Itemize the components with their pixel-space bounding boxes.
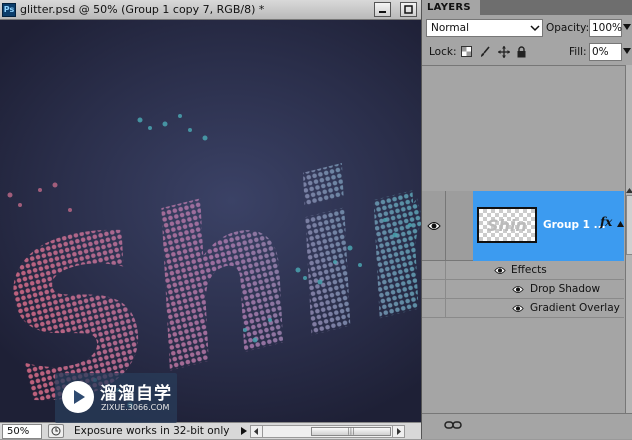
play-logo-icon (62, 381, 94, 413)
document-title: glitter.psd @ 50% (Group 1 copy 7, RGB/8… (20, 3, 265, 16)
layer-name: Group 1 ... (543, 219, 606, 231)
document-title-bar[interactable]: Ps glitter.psd @ 50% (Group 1 copy 7, RG… (0, 0, 421, 20)
fill-label: Fill: (569, 46, 587, 58)
selected-layer-highlight[interactable]: Shin Group 1 ... fx (473, 191, 624, 261)
eye-icon[interactable] (511, 283, 525, 295)
photoshop-app-icon: Ps (2, 2, 16, 17)
maximize-icon (404, 5, 413, 14)
scroll-up-icon[interactable] (626, 185, 632, 195)
minimize-button[interactable] (374, 2, 391, 17)
effects-label: Effects (511, 264, 547, 276)
eye-icon[interactable] (493, 264, 507, 276)
effect-label: Gradient Overlay (530, 302, 620, 314)
vertical-scrollbar[interactable] (625, 65, 632, 413)
watermark-title: 溜溜自学 (100, 384, 172, 404)
document-window: Ps glitter.psd @ 50% (Group 1 copy 7, RG… (0, 0, 421, 439)
tab-layers[interactable]: LAYERS (422, 0, 480, 15)
opacity-input[interactable]: 100% (589, 19, 622, 37)
horizontal-scroll-thumb[interactable]: ||| (311, 427, 391, 436)
link-layers-icon[interactable] (444, 420, 462, 430)
watermark: 溜溜自学 ZIXUE.3066.COM (55, 373, 177, 423)
fill-slider-arrow-icon[interactable] (623, 48, 631, 54)
layer-row[interactable]: Shin Group 1 ... fx (422, 191, 624, 261)
watermark-url: ZIXUE.3066.COM (101, 403, 170, 412)
effect-label: Drop Shadow (530, 283, 601, 295)
scroll-right-icon[interactable] (392, 426, 404, 437)
lock-row: Lock: Fill: 0% (422, 41, 632, 63)
blend-mode-value: Normal (431, 22, 469, 34)
opacity-slider-arrow-icon[interactable] (623, 24, 631, 30)
minimize-icon (379, 11, 386, 13)
status-bar: 50% Exposure works in 32-bit only ||| (0, 422, 421, 439)
fx-icon[interactable]: fx (600, 215, 612, 229)
effects-row[interactable]: Effects (422, 261, 624, 280)
blend-mode-select[interactable]: Normal (426, 19, 543, 37)
maximize-button[interactable] (400, 2, 417, 17)
layer-thumbnail: Shin (477, 207, 537, 243)
layers-panel: LAYERS Normal Opacity: 100% Lock: Fill: … (421, 0, 632, 439)
opacity-label: Opacity: (546, 22, 590, 34)
fill-input[interactable]: 0% (589, 43, 622, 61)
visibility-cell (422, 191, 446, 261)
layer-list: Shin Group 1 ... fx Effects Drop Shadow (422, 65, 632, 413)
collapse-effects-arrow-icon[interactable] (617, 221, 624, 227)
horizontal-scrollbar[interactable]: ||| (250, 425, 405, 438)
lock-pixels-brush-icon[interactable] (478, 45, 491, 58)
chevron-down-icon (530, 25, 540, 32)
effect-item[interactable]: Drop Shadow (422, 280, 624, 299)
panel-footer (422, 413, 632, 439)
status-message: Exposure works in 32-bit only (74, 425, 230, 437)
glitter-artwork: Shin (0, 97, 421, 422)
eye-icon[interactable] (426, 219, 442, 233)
zoom-field[interactable]: 50% (2, 423, 42, 439)
lock-position-move-icon[interactable] (497, 45, 510, 58)
vertical-scroll-thumb[interactable] (626, 195, 632, 255)
scroll-left-icon[interactable] (251, 426, 263, 437)
svg-text:Shin: Shin (487, 216, 527, 235)
blend-row: Normal Opacity: 100% (422, 17, 632, 39)
lock-label: Lock: (429, 46, 457, 58)
document-canvas[interactable]: Shin (0, 20, 421, 422)
effect-item[interactable]: Gradient Overlay (422, 299, 624, 318)
lock-all-icon[interactable] (515, 45, 528, 58)
lock-transparency-icon[interactable] (460, 45, 473, 58)
document-info-icon[interactable] (48, 424, 64, 438)
eye-icon[interactable] (511, 302, 525, 314)
panel-tab-bar: LAYERS (422, 0, 632, 15)
status-menu-arrow-icon[interactable] (239, 424, 249, 438)
